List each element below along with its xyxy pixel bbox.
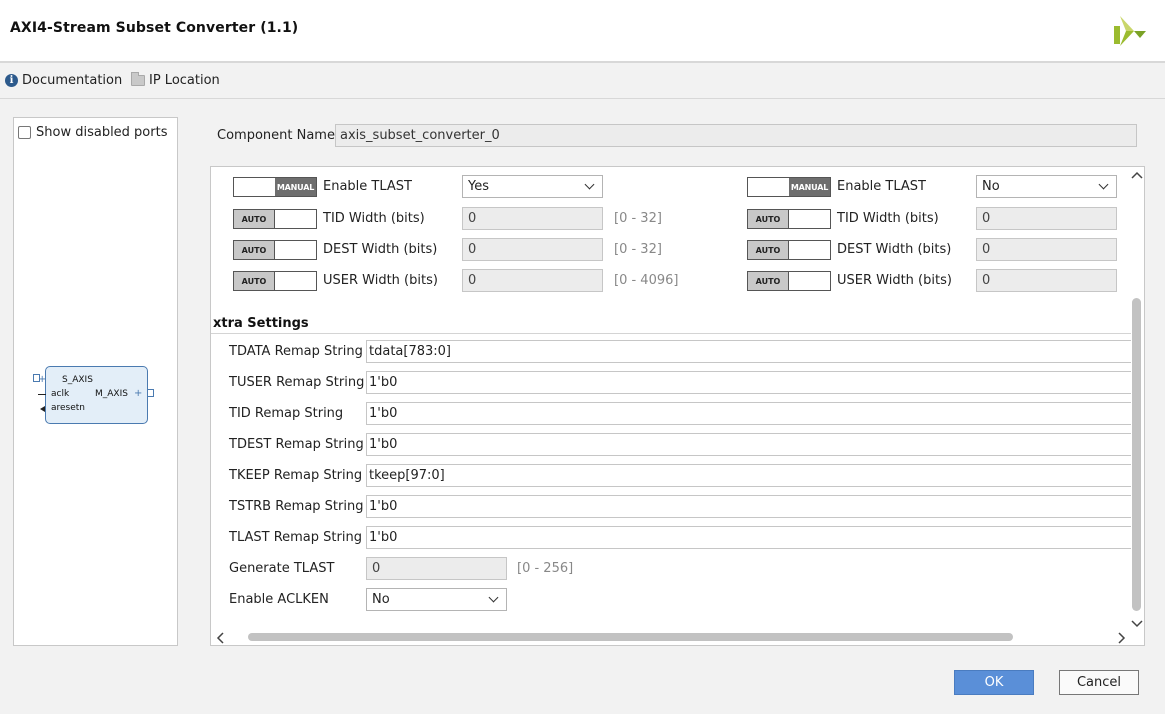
ok-button[interactable]: OK	[954, 670, 1034, 695]
info-icon: i	[5, 74, 18, 87]
toolbar: i Documentation IP Location	[0, 65, 1165, 99]
tdata-remap-label: TDATA Remap String	[229, 344, 363, 359]
s-axis-port: S_AXIS	[62, 375, 93, 385]
tkeep-remap-label: TKEEP Remap String	[229, 468, 363, 483]
tuser-remap-field[interactable]: 1'b0	[366, 371, 1131, 394]
user-width-range: [0 - 4096]	[614, 273, 679, 288]
horizontal-scroll-thumb[interactable]	[248, 633, 1013, 641]
tdest-remap-field[interactable]: 1'b0	[366, 433, 1131, 456]
manual-label: MANUAL	[789, 178, 830, 196]
master-enable-tlast-mode-toggle[interactable]: MANUAL	[747, 177, 831, 197]
aclk-port: aclk	[51, 389, 70, 399]
parameters-panel: MANUAL Enable TLAST Yes AUTO TID Width (…	[210, 166, 1145, 646]
show-disabled-ports-checkbox[interactable]	[18, 126, 31, 139]
tid-width-mode-toggle[interactable]: AUTO	[233, 209, 317, 229]
master-dest-width-mode-toggle[interactable]: AUTO	[747, 240, 831, 260]
dest-width-range: [0 - 32]	[614, 242, 662, 257]
component-name-field[interactable]: axis_subset_converter_0	[335, 124, 1137, 147]
tstrb-remap-field[interactable]: 1'b0	[366, 495, 1131, 518]
tid-width-label: TID Width (bits)	[323, 211, 425, 226]
manual-label: MANUAL	[275, 178, 316, 196]
tdest-remap-label: TDEST Remap String	[229, 437, 364, 452]
window-title: AXI4-Stream Subset Converter (1.1)	[10, 20, 299, 36]
enable-aclken-select[interactable]: No	[366, 588, 507, 611]
xilinx-logo	[1112, 14, 1148, 48]
aresetn-port: aresetn	[51, 403, 86, 413]
user-width-field[interactable]: 0	[462, 269, 603, 292]
scroll-up-icon[interactable]	[1131, 169, 1143, 183]
master-dest-width-label: DEST Width (bits)	[837, 242, 952, 257]
chevron-down-icon	[488, 592, 499, 603]
generate-tlast-field[interactable]: 0	[366, 557, 507, 580]
extra-settings-divider	[211, 333, 1131, 334]
master-tid-width-mode-toggle[interactable]: AUTO	[747, 209, 831, 229]
ip-symbol-panel: Show disabled ports + S_AXIS aclk areset…	[13, 117, 178, 646]
master-enable-tlast-label: Enable TLAST	[837, 179, 926, 194]
m-axis-port: M_AXIS	[95, 389, 128, 399]
chevron-down-icon	[1098, 179, 1109, 190]
tstrb-remap-label: TSTRB Remap String	[229, 499, 364, 514]
master-tid-width-field[interactable]: 0	[976, 207, 1117, 230]
auto-label: AUTO	[748, 241, 790, 259]
aclk-pin	[38, 394, 46, 395]
master-user-width-field[interactable]: 0	[976, 269, 1117, 292]
enable-aclken-label: Enable ACLKEN	[229, 592, 329, 607]
tlast-remap-label: TLAST Remap String	[229, 530, 362, 545]
dest-width-label: DEST Width (bits)	[323, 242, 438, 257]
master-tid-width-label: TID Width (bits)	[837, 211, 939, 226]
enable-tlast-label: Enable TLAST	[323, 179, 412, 194]
user-width-mode-toggle[interactable]: AUTO	[233, 271, 317, 291]
auto-label: AUTO	[748, 210, 790, 228]
auto-label: AUTO	[234, 241, 276, 259]
aresetn-pin	[40, 406, 45, 412]
dest-width-field[interactable]: 0	[462, 238, 603, 261]
ip-location-label: IP Location	[149, 73, 220, 88]
user-width-label: USER Width (bits)	[323, 273, 438, 288]
cancel-button[interactable]: Cancel	[1059, 670, 1139, 695]
documentation-menu[interactable]: i Documentation	[5, 73, 122, 88]
tdata-remap-field[interactable]: tdata[783:0]	[366, 340, 1131, 363]
ip-block-symbol: + S_AXIS aclk aresetn M_AXIS +	[33, 366, 154, 424]
enable-aclken-value: No	[372, 592, 390, 607]
auto-label: AUTO	[748, 272, 790, 290]
auto-label: AUTO	[234, 272, 276, 290]
dest-width-mode-toggle[interactable]: AUTO	[233, 240, 317, 260]
m-axis-expand-icon[interactable]: +	[134, 388, 142, 399]
tid-width-field[interactable]: 0	[462, 207, 603, 230]
tkeep-remap-field[interactable]: tkeep[97:0]	[366, 464, 1131, 487]
documentation-label: Documentation	[22, 73, 123, 88]
tid-width-range: [0 - 32]	[614, 211, 662, 226]
generate-tlast-range: [0 - 256]	[517, 561, 574, 576]
ip-location-menu[interactable]: IP Location	[131, 72, 220, 88]
component-name-label: Component Name	[217, 128, 335, 143]
show-disabled-ports-label: Show disabled ports	[36, 125, 168, 140]
enable-tlast-value: Yes	[468, 179, 489, 194]
master-user-width-label: USER Width (bits)	[837, 273, 952, 288]
tlast-remap-field[interactable]: 1'b0	[366, 526, 1131, 549]
auto-label: AUTO	[234, 210, 276, 228]
master-enable-tlast-value: No	[982, 179, 1000, 194]
tid-remap-label: TID Remap String	[229, 406, 344, 421]
title-bar: AXI4-Stream Subset Converter (1.1)	[0, 0, 1165, 63]
tuser-remap-label: TUSER Remap String	[229, 375, 365, 390]
s-axis-bus-pin	[33, 374, 40, 382]
scroll-down-icon[interactable]	[1131, 618, 1143, 632]
scroll-left-icon[interactable]	[215, 632, 225, 645]
m-axis-bus-pin	[147, 389, 154, 397]
extra-settings-header: xtra Settings	[213, 316, 309, 331]
master-user-width-mode-toggle[interactable]: AUTO	[747, 271, 831, 291]
master-enable-tlast-select[interactable]: No	[976, 175, 1117, 198]
enable-tlast-select[interactable]: Yes	[462, 175, 603, 198]
vertical-scroll-thumb[interactable]	[1132, 298, 1141, 611]
enable-tlast-mode-toggle[interactable]: MANUAL	[233, 177, 317, 197]
tid-remap-field[interactable]: 1'b0	[366, 402, 1131, 425]
chevron-down-icon	[584, 179, 595, 190]
generate-tlast-label: Generate TLAST	[229, 561, 335, 576]
scroll-right-icon[interactable]	[1117, 632, 1127, 645]
folder-icon	[131, 72, 145, 86]
master-dest-width-field[interactable]: 0	[976, 238, 1117, 261]
